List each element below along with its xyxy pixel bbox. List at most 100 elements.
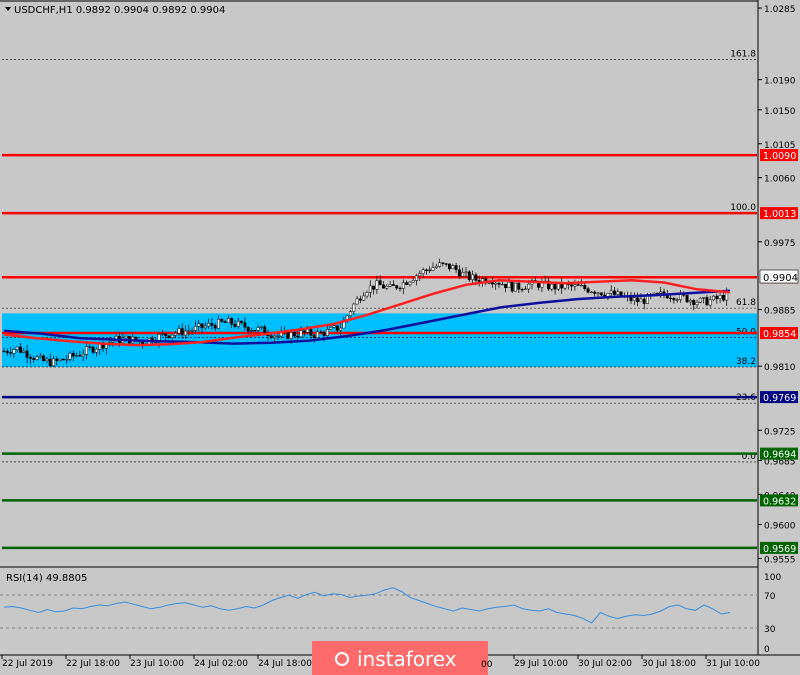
fib-label-38.2: 38.2	[736, 357, 756, 367]
candle-body	[85, 346, 88, 355]
candle-body	[335, 325, 339, 331]
y-tick-label-1.0150: 1.0150	[764, 107, 796, 117]
symbol-header[interactable]: USDCHF,H1 0.9892 0.9904 0.9892 0.9904	[5, 5, 225, 16]
current-price-label: 0.9904	[763, 273, 798, 284]
candle-body	[537, 282, 541, 288]
candle-body	[322, 331, 326, 336]
candle-body	[583, 284, 587, 289]
candle-body	[639, 298, 643, 303]
candle-body	[28, 357, 32, 359]
candle-body	[365, 292, 369, 297]
candle-body	[352, 303, 356, 312]
y-tick-label-1.0285: 1.0285	[764, 5, 796, 15]
x-tick-label: 31 Jul 10:00	[706, 659, 760, 669]
candle-body	[616, 291, 620, 295]
rsi-tick-100: 100	[764, 573, 781, 583]
x-tick-label: 22 Jul 18:00	[66, 659, 120, 669]
candle-body	[438, 262, 442, 267]
candle-body	[329, 326, 333, 330]
candle-body	[385, 286, 389, 289]
candle-body	[223, 321, 227, 323]
y-tick-label-0.9975: 0.9975	[764, 239, 796, 249]
candle-body	[593, 291, 597, 294]
candle-body	[573, 284, 577, 287]
x-tick-label: 29 Jul 10:00	[514, 659, 568, 669]
candle-body	[418, 273, 422, 277]
candle-body	[210, 323, 214, 326]
candle-body	[2, 350, 6, 353]
candle-body	[306, 329, 310, 333]
candle-body	[517, 282, 521, 290]
y-tick-label-0.9810: 0.9810	[764, 363, 796, 373]
candle-body	[78, 355, 82, 357]
level-badge-text-0.9854: 0.9854	[763, 329, 796, 340]
candle-body	[405, 282, 409, 285]
candle-body	[494, 282, 498, 285]
y-tick-label-0.9600: 0.9600	[764, 522, 796, 532]
candle-body	[695, 301, 699, 305]
candle-body	[273, 335, 277, 339]
x-tick-label: 30 Jul 18:00	[642, 659, 696, 669]
candle-body	[388, 284, 392, 287]
fib-label-100.0: 100.0	[730, 203, 756, 213]
candle-body	[240, 320, 244, 323]
candle-body	[339, 327, 343, 331]
candle-body	[510, 282, 514, 292]
candle-body	[434, 266, 438, 268]
candle-body	[71, 352, 75, 357]
candle-body	[636, 297, 640, 303]
candle-body	[296, 335, 300, 338]
candle-body	[349, 311, 352, 317]
fib-label-161.8: 161.8	[730, 49, 756, 59]
candle-body	[382, 284, 385, 289]
candle-body	[395, 285, 399, 289]
candle-body	[441, 262, 445, 264]
x-tick-label: 22 Jul 2019	[2, 659, 53, 669]
rsi-tick-30: 30	[764, 625, 776, 635]
candle-body	[91, 346, 95, 353]
candle-body	[332, 325, 336, 328]
y-tick-label-0.9555: 0.9555	[764, 555, 796, 565]
candle-body	[632, 297, 636, 301]
candle-body	[464, 271, 468, 273]
candle-body	[94, 348, 98, 353]
candle-body	[12, 349, 16, 354]
candle-body	[497, 282, 501, 285]
candle-body	[398, 287, 402, 290]
candle-body	[269, 335, 273, 339]
rsi-tick-0: 0	[764, 645, 770, 655]
level-badge-text-1.0013: 1.0013	[763, 209, 796, 220]
candle-body	[411, 280, 415, 283]
candle-body	[45, 358, 49, 362]
candle-body	[55, 358, 59, 361]
candle-body	[164, 333, 168, 337]
candle-body	[15, 346, 19, 350]
candle-body	[325, 329, 329, 336]
candle-body	[174, 333, 178, 336]
candle-body	[375, 280, 379, 290]
candle-body	[514, 282, 517, 292]
candle-body	[213, 325, 217, 329]
candle-body	[289, 332, 293, 339]
candle-body	[457, 269, 461, 277]
hidden-time-label: 00	[481, 660, 493, 670]
candle-body	[523, 288, 527, 290]
candle-body	[672, 297, 676, 301]
candle-body	[368, 285, 372, 293]
level-badge-text-0.9694: 0.9694	[763, 450, 796, 461]
candle-body	[520, 289, 524, 291]
candle-body	[253, 330, 257, 332]
candle-body	[606, 293, 610, 297]
candle-body	[378, 280, 382, 286]
candle-body	[589, 291, 593, 294]
candle-body	[471, 274, 475, 280]
candle-body	[316, 331, 319, 339]
candle-body	[586, 288, 590, 293]
candle-body	[718, 295, 722, 300]
candle-body	[259, 326, 263, 328]
candle-body	[580, 284, 583, 287]
candle-body	[570, 284, 574, 287]
candle-body	[184, 330, 187, 336]
candle-body	[19, 346, 22, 353]
candle-body	[401, 282, 405, 289]
